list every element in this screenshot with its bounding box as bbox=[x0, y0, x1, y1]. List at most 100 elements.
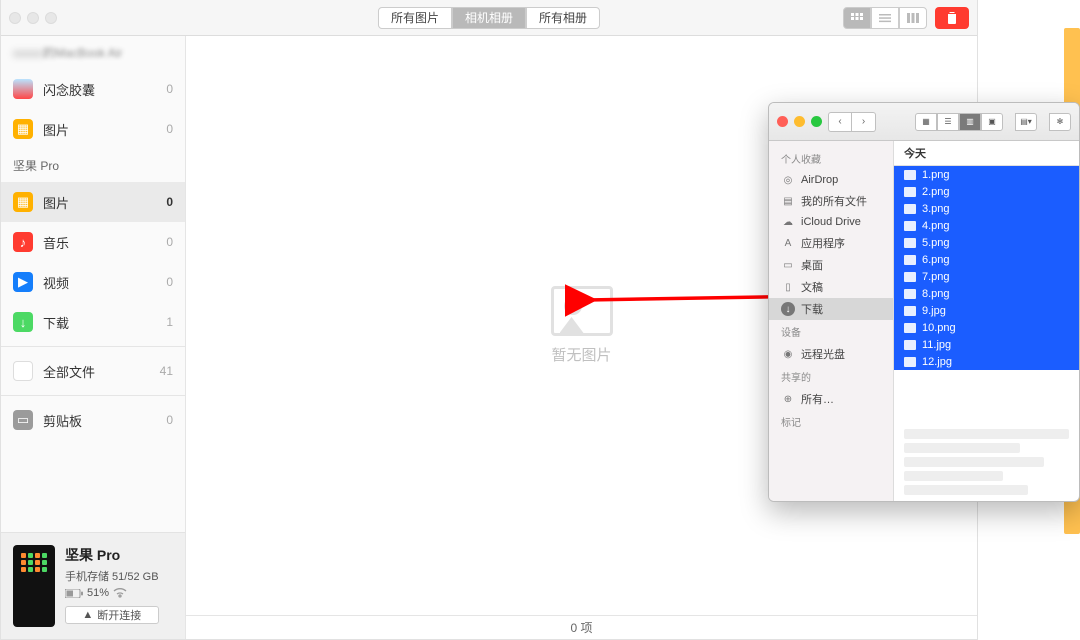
tab-camera-album[interactable]: 相机相册 bbox=[452, 7, 526, 29]
finder-item-icloud[interactable]: ☁iCloud Drive bbox=[769, 212, 893, 232]
video-icon: ▶ bbox=[13, 272, 33, 292]
close-icon[interactable] bbox=[9, 12, 21, 24]
battery-percent: 51% bbox=[87, 587, 109, 599]
delete-button[interactable] bbox=[935, 7, 969, 29]
finder-file-row[interactable]: 3.png bbox=[894, 200, 1079, 217]
column-view-icon[interactable] bbox=[899, 7, 927, 29]
back-button[interactable]: ‹ bbox=[828, 112, 852, 132]
allfiles-icon: ▤ bbox=[781, 194, 795, 208]
grid-view-icon[interactable] bbox=[843, 7, 871, 29]
file-icon bbox=[904, 255, 916, 265]
sidebar-item-label: 全部文件 bbox=[43, 362, 95, 381]
sidebar-item-label: 图片 bbox=[43, 120, 69, 139]
finder-file-row[interactable]: 9.jpg bbox=[894, 302, 1079, 319]
finder-item-desktop[interactable]: ▭桌面 bbox=[769, 254, 893, 276]
file-icon bbox=[904, 204, 916, 214]
finder-item-all[interactable]: ⊕ 所有… bbox=[769, 388, 893, 410]
finder-item-remote[interactable]: ◉远程光盘 bbox=[769, 343, 893, 365]
file-icon bbox=[904, 170, 916, 180]
finder-file-row[interactable]: 4.png bbox=[894, 217, 1079, 234]
sidebar-item-label: 视频 bbox=[43, 273, 69, 292]
titlebar: 所有图片 相机相册 所有相册 bbox=[1, 0, 977, 36]
trash-icon bbox=[946, 11, 958, 24]
icon-view-icon[interactable]: ▦ bbox=[915, 113, 937, 131]
finder-file-row[interactable]: 8.png bbox=[894, 285, 1079, 302]
arrange-button[interactable]: ▤▾ bbox=[1015, 113, 1037, 131]
phone-thumbnail bbox=[13, 545, 55, 627]
sidebar-item-allfiles[interactable]: 全部文件 41 bbox=[1, 351, 185, 391]
finder-item-label: AirDrop bbox=[801, 174, 838, 186]
top-tabs: 所有图片 相机相册 所有相册 bbox=[378, 7, 600, 29]
sidebar-item-music[interactable]: ♪ 音乐 0 bbox=[1, 222, 185, 262]
finder-item-allfiles[interactable]: ▤ 我的所有文件 bbox=[769, 190, 893, 212]
toolbar-right bbox=[843, 7, 969, 29]
finder-action: ✻ bbox=[1049, 113, 1071, 131]
finder-item-label: 我的所有文件 bbox=[801, 193, 867, 209]
finder-sidebar: 个人收藏 ◎AirDrop ▤我的所有文件 ☁iCloud Drive A应用程… bbox=[769, 141, 894, 501]
sidebar-item-video[interactable]: ▶ 视频 0 bbox=[1, 262, 185, 302]
finder-file-row[interactable]: 12.jpg bbox=[894, 353, 1079, 370]
gallery-view-icon[interactable]: ▣ bbox=[981, 113, 1003, 131]
finder-file-row[interactable]: 6.png bbox=[894, 251, 1079, 268]
file-icon bbox=[904, 187, 916, 197]
column-view-icon[interactable]: ▥ bbox=[959, 113, 981, 131]
file-name: 5.png bbox=[922, 237, 950, 249]
file-icon bbox=[904, 289, 916, 299]
file-name: 10.png bbox=[922, 322, 956, 334]
finder-item-docs[interactable]: ▯文稿 bbox=[769, 276, 893, 298]
tab-all-albums[interactable]: 所有相册 bbox=[526, 7, 600, 29]
file-name: 11.jpg bbox=[922, 339, 951, 351]
count-badge: 1 bbox=[166, 315, 173, 329]
finder-arrange: ▤▾ bbox=[1015, 113, 1037, 131]
list-view-icon[interactable]: ☰ bbox=[937, 113, 959, 131]
disconnect-button[interactable]: ▲ 断开连接 bbox=[65, 606, 159, 624]
zoom-icon[interactable] bbox=[45, 12, 57, 24]
finder-file-row[interactable]: 2.png bbox=[894, 183, 1079, 200]
count-badge: 0 bbox=[166, 122, 173, 136]
finder-item-label: 下载 bbox=[801, 301, 823, 317]
sidebar-item-label: 音乐 bbox=[43, 233, 69, 252]
cloud-icon: ☁ bbox=[781, 215, 795, 229]
finder-item-label: 应用程序 bbox=[801, 235, 845, 251]
minimize-icon[interactable] bbox=[27, 12, 39, 24]
sidebar-item-capsule[interactable]: 闪念胶囊 0 bbox=[1, 69, 185, 109]
finder-item-airdrop[interactable]: ◎ AirDrop bbox=[769, 170, 893, 190]
finder-file-row[interactable]: 11.jpg bbox=[894, 336, 1079, 353]
disconnect-label: 断开连接 bbox=[97, 607, 141, 623]
finder-traffic bbox=[777, 116, 822, 127]
finder-window: ‹ › ▦ ☰ ▥ ▣ ▤▾ ✻ 个人收藏 ◎AirDrop ▤我的所有文件 ☁… bbox=[768, 102, 1080, 502]
finder-file-row[interactable]: 5.png bbox=[894, 234, 1079, 251]
device-name: 坚果 Pro bbox=[65, 545, 159, 565]
finder-item-apps[interactable]: A应用程序 bbox=[769, 232, 893, 254]
view-mode bbox=[843, 7, 927, 29]
finder-item-label: 所有… bbox=[801, 391, 834, 407]
file-name: 2.png bbox=[922, 186, 950, 198]
network-icon: ⊕ bbox=[781, 392, 795, 406]
finder-file-row[interactable]: 7.png bbox=[894, 268, 1079, 285]
sidebar-item-photos[interactable]: ▦ 图片 0 bbox=[1, 182, 185, 222]
device-card: 坚果 Pro 手机存储 51/52 GB 51% ▲ 断开连接 bbox=[1, 532, 185, 639]
finder-toolbar: ‹ › ▦ ☰ ▥ ▣ ▤▾ ✻ bbox=[769, 103, 1079, 141]
forward-button[interactable]: › bbox=[852, 112, 876, 132]
tab-all-photos[interactable]: 所有图片 bbox=[378, 7, 452, 29]
zoom-icon[interactable] bbox=[811, 116, 822, 127]
sidebar-item-clipboard[interactable]: ▭ 剪贴板 0 bbox=[1, 400, 185, 440]
battery-icon bbox=[65, 589, 83, 598]
file-name: 9.jpg bbox=[922, 305, 946, 317]
minimize-icon[interactable] bbox=[794, 116, 805, 127]
list-view-icon[interactable] bbox=[871, 7, 899, 29]
close-icon[interactable] bbox=[777, 116, 788, 127]
sidebar: xxxxx的MacBook Air 闪念胶囊 0 ▦ 图片 0 坚果 Pro ▦… bbox=[1, 36, 186, 639]
music-icon: ♪ bbox=[13, 232, 33, 252]
photo-icon: ▦ bbox=[13, 119, 33, 139]
finder-file-row[interactable]: 10.png bbox=[894, 319, 1079, 336]
finder-item-downloads[interactable]: ↓下载 bbox=[769, 298, 893, 320]
finder-file-list: 1.png 2.png 3.png4.png 5.png 6.png7.png8.png… bbox=[894, 166, 1079, 423]
device-storage: 手机存储 51/52 GB bbox=[65, 568, 159, 584]
sidebar-item-photos-mac[interactable]: ▦ 图片 0 bbox=[1, 109, 185, 149]
action-gear-icon[interactable]: ✻ bbox=[1049, 113, 1071, 131]
sidebar-item-download[interactable]: ↓ 下载 1 bbox=[1, 302, 185, 342]
finder-file-row[interactable]: 1.png bbox=[894, 166, 1079, 183]
airdrop-icon: ◎ bbox=[781, 173, 795, 187]
finder-section-tag: 标记 bbox=[769, 410, 893, 433]
